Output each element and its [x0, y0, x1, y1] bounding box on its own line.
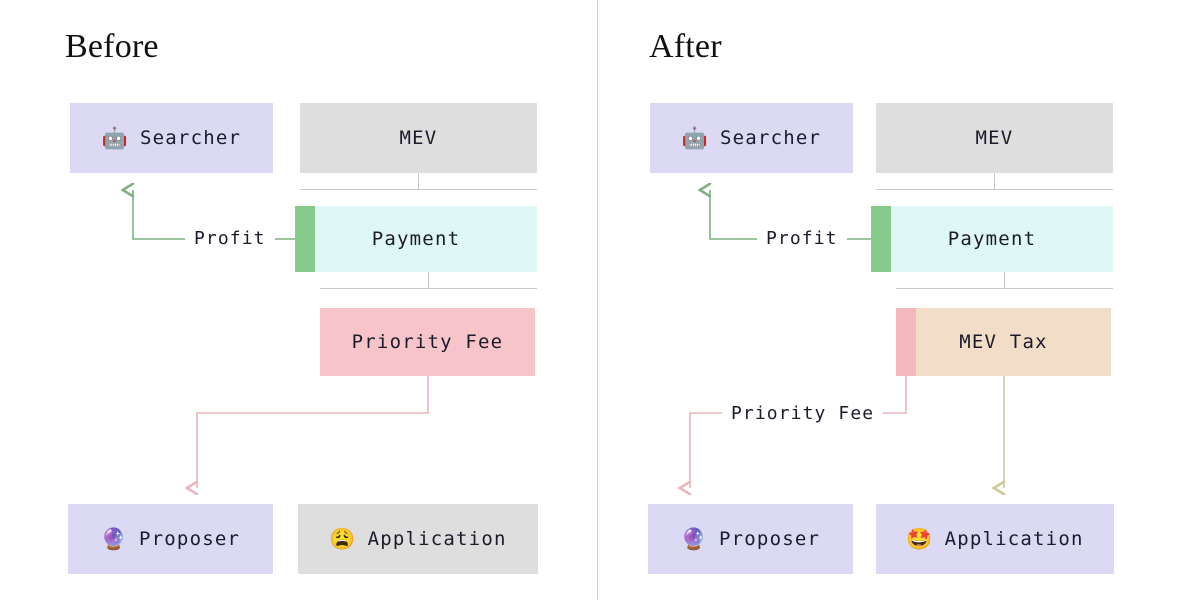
star-struck-emoji: 🤩: [906, 526, 933, 551]
node-label: Searcher: [140, 126, 242, 149]
edge-label-profit-after: Profit: [757, 230, 847, 248]
node-mev-after: MEV: [876, 103, 1113, 173]
node-application-after: 🤩 Application: [876, 504, 1114, 574]
crystal-ball-emoji: 🔮: [100, 526, 128, 551]
connector-payment-bar-after: [896, 288, 1113, 289]
node-label: Proposer: [139, 527, 241, 550]
node-label: Priority Fee: [351, 330, 504, 353]
weary-face-emoji: 😩: [329, 526, 356, 551]
node-label: Application: [367, 527, 507, 550]
node-label: MEV: [399, 126, 438, 149]
node-application-before: 😩 Application: [298, 504, 538, 574]
node-label: Searcher: [720, 126, 822, 149]
node-label: Payment: [947, 227, 1037, 250]
edge-priority-fee-before: [197, 376, 429, 488]
node-payment-before: Payment: [295, 206, 537, 272]
connector-payment-tick-after: [1004, 272, 1005, 289]
node-mev-before: MEV: [300, 103, 537, 173]
node-payment-after: Payment: [871, 206, 1113, 272]
node-proposer-before: 🔮 Proposer: [68, 504, 273, 574]
node-label: Application: [944, 527, 1084, 550]
connector-mev-bar-after: [876, 189, 1113, 190]
node-accent-bar: [295, 206, 315, 272]
node-label: MEV: [975, 126, 1014, 149]
crystal-ball-emoji: 🔮: [680, 526, 708, 551]
edge-label-profit-before: Profit: [185, 230, 275, 248]
panel-title-before: Before: [65, 28, 159, 65]
connector-mev-bar-before: [300, 189, 537, 190]
node-searcher-after: 🤖 Searcher: [650, 103, 853, 173]
node-label: Payment: [371, 227, 461, 250]
node-accent-bar: [871, 206, 891, 272]
node-label: MEV Tax: [959, 330, 1048, 353]
panel-divider: [597, 0, 598, 600]
diagram-canvas: Before 🤖 Searcher MEV Payment Priority F…: [0, 0, 1182, 600]
node-accent-bar: [896, 308, 916, 376]
connector-mev-tick-before: [418, 173, 419, 190]
connector-payment-bar-before: [320, 288, 537, 289]
node-priority-fee-before: Priority Fee: [320, 308, 535, 376]
robot-emoji: 🤖: [681, 125, 709, 150]
robot-emoji: 🤖: [101, 125, 129, 150]
edge-priority-fee-after: [690, 376, 907, 488]
node-label: Proposer: [719, 527, 821, 550]
node-mev-tax-after: MEV Tax: [896, 308, 1111, 376]
connector-payment-tick-before: [428, 272, 429, 289]
edge-label-priority-fee-after: Priority Fee: [722, 405, 884, 423]
node-searcher-before: 🤖 Searcher: [70, 103, 273, 173]
connector-mev-tick-after: [994, 173, 995, 190]
panel-title-after: After: [649, 28, 722, 65]
node-proposer-after: 🔮 Proposer: [648, 504, 853, 574]
